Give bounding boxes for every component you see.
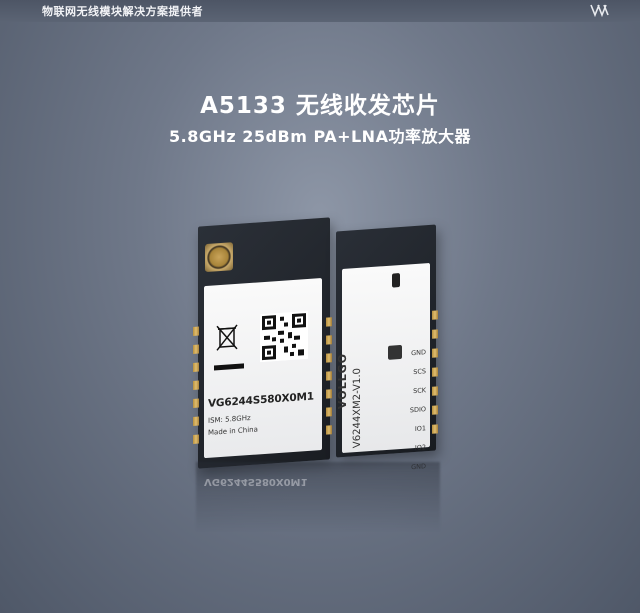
module-back-label: VOLLGO V6244XM2-V1.0 GND SCS SCK SDIO IO… [336,262,430,471]
module-front-pins-right [198,217,332,435]
module-back-pins [336,225,438,434]
module-front: VG6244S580X0M1 ISM: 5.8GHz Made in China [193,217,332,469]
pin-label: SDIO [409,405,426,415]
reflection-text: VG6244S580X0M1 [204,476,308,487]
pin-label: SCS [413,367,426,377]
module-back-brand: VOLLGO [336,352,349,410]
pin-label: IO2 [414,443,426,452]
weee-bar [214,363,244,371]
module-reflection [196,462,440,532]
pin-label-list: GND SCS SCK SDIO IO1 IO2 GND [394,343,426,478]
top-banner: 物联网无线模块解决方案提供者 [0,0,640,22]
module-front-model: VG6244S580X0M1 [208,390,314,410]
module-back: VOLLGO V6244XM2-V1.0 GND SCS SCK SDIO IO… [336,224,438,471]
module-back-model: V6244XM2-V1.0 [352,367,363,449]
marker-icon [392,273,400,288]
module-front-ism: ISM: 5.8GHz [208,413,251,425]
weee-bin-icon [216,324,238,351]
tagline: 物联网无线模块解决方案提供者 [42,5,203,18]
qr-code-icon [260,310,308,363]
product-title: A5133 无线收发芯片 [200,93,440,119]
module-front-origin: Made in China [208,425,258,437]
module-front-label: VG6244S580X0M1 ISM: 5.8GHz Made in China [204,277,322,459]
vollgo-logo-icon [590,4,609,17]
product-subtitle: 5.8GHz 25dBm PA+LNA功率放大器 [169,127,471,146]
pin-label: IO1 [414,424,426,433]
module-front-pins-left [193,217,330,444]
pin-label: SCK [413,386,426,396]
pin-label: GND [411,348,426,358]
antenna-connector-icon [205,242,233,273]
